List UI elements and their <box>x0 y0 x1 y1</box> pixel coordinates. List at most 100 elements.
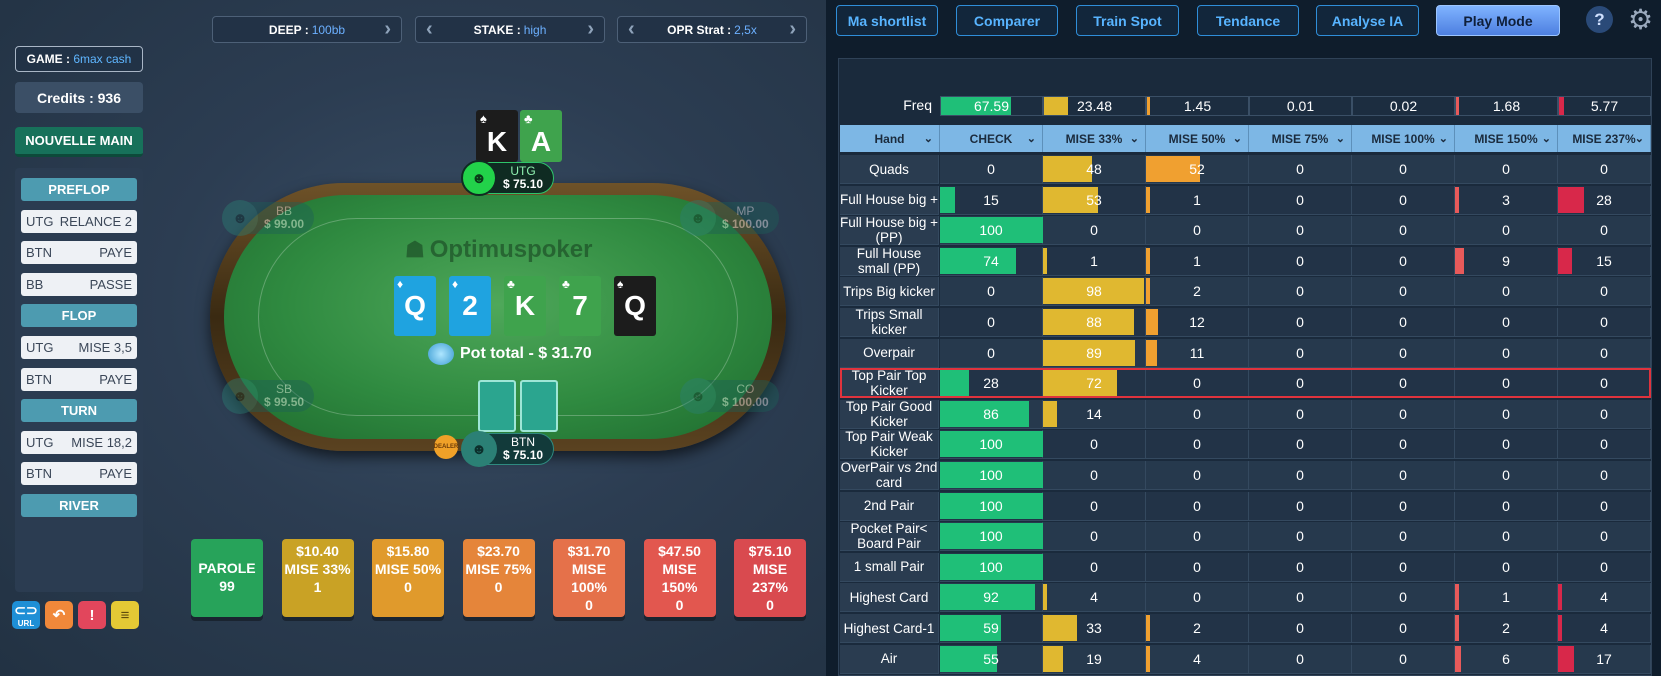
chevron-down-icon[interactable]: ⌄ <box>1635 132 1644 145</box>
column-header[interactable]: MISE 150% ⌄ <box>1455 125 1558 152</box>
selector-1[interactable]: ‹ STAKE : high › <box>415 16 605 43</box>
chevron-left-icon[interactable]: ‹ <box>628 17 635 42</box>
strategy-cell[interactable]: 0 <box>1146 216 1249 246</box>
strategy-cell[interactable]: 52 <box>1146 155 1249 184</box>
strategy-cell[interactable]: 15 <box>1558 246 1651 276</box>
hand-label[interactable]: Full House big + <box>840 185 939 215</box>
seat-sb[interactable]: ☻ SB $ 99.50 <box>222 378 315 414</box>
strategy-cell[interactable]: 0 <box>1146 552 1249 582</box>
chevron-down-icon[interactable]: ⌄ <box>924 132 933 145</box>
strategy-cell[interactable]: 98 <box>1043 277 1146 307</box>
column-header[interactable]: MISE 33% ⌄ <box>1043 125 1146 152</box>
column-header[interactable]: CHECK ⌄ <box>940 125 1043 152</box>
strategy-cell[interactable]: 19 <box>1043 644 1146 674</box>
strategy-cell[interactable]: 53 <box>1043 185 1146 215</box>
chevron-right-icon[interactable]: › <box>587 17 594 42</box>
hand-label[interactable]: Overpair <box>840 338 939 368</box>
hand-label[interactable]: Full House big + (PP) <box>840 215 939 246</box>
strategy-cell[interactable]: 0 <box>940 308 1043 337</box>
undo-icon[interactable]: ↶ <box>45 601 73 629</box>
strategy-cell[interactable]: 0 <box>1043 216 1146 246</box>
strategy-cell[interactable]: 0 <box>1455 552 1558 582</box>
strategy-cell[interactable]: 0 <box>1352 185 1455 215</box>
chevron-down-icon[interactable]: ⌄ <box>1233 132 1242 145</box>
bet-option-1[interactable]: $10.40 MISE 33% 1 <box>281 539 354 617</box>
strategy-cell[interactable]: 0 <box>1352 430 1455 460</box>
strategy-cell[interactable]: 0 <box>1455 369 1558 399</box>
hand-label[interactable]: OverPair vs 2nd card <box>840 460 939 490</box>
strategy-cell[interactable]: 92 <box>940 583 1043 613</box>
strategy-cell[interactable]: 0 <box>1558 369 1651 399</box>
hand-label[interactable]: 2nd Pair <box>840 491 939 521</box>
strategy-cell[interactable]: 0 <box>1249 552 1352 582</box>
strategy-cell[interactable]: 1 <box>1146 246 1249 276</box>
strategy-cell[interactable]: 72 <box>1043 369 1146 399</box>
toolbar-button-comparer[interactable]: Comparer <box>956 5 1058 36</box>
strategy-cell[interactable]: 100 <box>940 491 1043 521</box>
seat-bb[interactable]: ☻ BB $ 99.00 <box>222 200 315 236</box>
bet-option-2[interactable]: $15.80 MISE 50% 0 <box>372 539 444 617</box>
strategy-cell[interactable]: 0 <box>1249 583 1352 613</box>
toolbar-button-train-spot[interactable]: Train Spot <box>1076 5 1179 36</box>
chevron-right-icon[interactable]: › <box>384 17 391 42</box>
hand-label[interactable]: Top Pair Good Kicker <box>840 399 939 429</box>
seat-mp[interactable]: ☻ MP $ 100.00 <box>680 200 779 236</box>
strategy-cell[interactable]: 6 <box>1455 644 1558 674</box>
chevron-down-icon[interactable]: ⌄ <box>1439 132 1448 145</box>
new-hand-button[interactable]: NOUVELLE MAIN <box>15 127 143 157</box>
column-header[interactable]: MISE 237% ⌄ <box>1558 125 1651 152</box>
strategy-cell[interactable]: 0 <box>1352 644 1455 674</box>
hand-label[interactable]: Full House small (PP) <box>840 246 939 276</box>
hand-label[interactable]: Highest Card-1 <box>840 614 939 643</box>
strategy-cell[interactable]: 0 <box>1558 491 1651 521</box>
strategy-cell[interactable]: 1 <box>1043 246 1146 276</box>
strategy-cell[interactable]: 0 <box>1558 216 1651 246</box>
strategy-cell[interactable]: 0 <box>1455 216 1558 246</box>
hand-label[interactable]: Highest Card <box>840 583 939 613</box>
chevron-right-icon[interactable]: › <box>789 17 796 42</box>
strategy-cell[interactable]: 0 <box>1249 277 1352 307</box>
strategy-cell[interactable]: 0 <box>1249 308 1352 337</box>
strategy-cell[interactable]: 4 <box>1558 583 1651 613</box>
chevron-left-icon[interactable]: ‹ <box>426 17 433 42</box>
strategy-cell[interactable]: 0 <box>1558 522 1651 552</box>
strategy-cell[interactable]: 0 <box>1043 491 1146 521</box>
strategy-cell[interactable]: 1 <box>1146 185 1249 215</box>
strategy-cell[interactable]: 12 <box>1146 308 1249 337</box>
hand-label[interactable]: Air <box>840 644 939 674</box>
notes-icon[interactable]: ≡ <box>111 601 139 629</box>
hand-label[interactable]: Quads <box>840 155 939 184</box>
strategy-cell[interactable]: 0 <box>1352 277 1455 307</box>
strategy-cell[interactable]: 0 <box>1146 461 1249 490</box>
column-header[interactable]: Hand ⌄ <box>840 125 940 152</box>
strategy-cell[interactable]: 0 <box>1558 338 1651 368</box>
strategy-cell[interactable]: 0 <box>1249 522 1352 552</box>
strategy-cell[interactable]: 0 <box>1352 552 1455 582</box>
strategy-cell[interactable]: 0 <box>1249 338 1352 368</box>
strategy-cell[interactable]: 74 <box>940 246 1043 276</box>
hand-label[interactable]: Trips Big kicker <box>840 277 939 307</box>
strategy-cell[interactable]: 0 <box>1043 552 1146 582</box>
strategy-cell[interactable]: 0 <box>1146 430 1249 460</box>
strategy-cell[interactable]: 0 <box>1249 216 1352 246</box>
strategy-cell[interactable]: 100 <box>940 430 1043 460</box>
strategy-cell[interactable]: 100 <box>940 461 1043 490</box>
selector-0[interactable]: DEEP :100bb › <box>212 16 402 43</box>
strategy-cell[interactable]: 0 <box>1249 399 1352 429</box>
strategy-cell[interactable]: 0 <box>1043 522 1146 552</box>
link-icon[interactable]: ⊂⊃ URL <box>12 601 40 629</box>
strategy-cell[interactable]: 0 <box>1146 491 1249 521</box>
strategy-cell[interactable]: 0 <box>1558 430 1651 460</box>
alert-icon[interactable]: ! <box>78 601 106 629</box>
strategy-cell[interactable]: 4 <box>1043 583 1146 613</box>
strategy-cell[interactable]: 0 <box>1352 308 1455 337</box>
chevron-down-icon[interactable]: ⌄ <box>1542 132 1551 145</box>
strategy-cell[interactable]: 0 <box>1352 522 1455 552</box>
strategy-cell[interactable]: 0 <box>1558 308 1651 337</box>
strategy-cell[interactable]: 0 <box>1352 216 1455 246</box>
strategy-cell[interactable]: 59 <box>940 614 1043 643</box>
strategy-cell[interactable]: 0 <box>1043 430 1146 460</box>
strategy-cell[interactable]: 0 <box>1249 246 1352 276</box>
chevron-down-icon[interactable]: ⌄ <box>1336 132 1345 145</box>
strategy-cell[interactable]: 0 <box>1352 246 1455 276</box>
